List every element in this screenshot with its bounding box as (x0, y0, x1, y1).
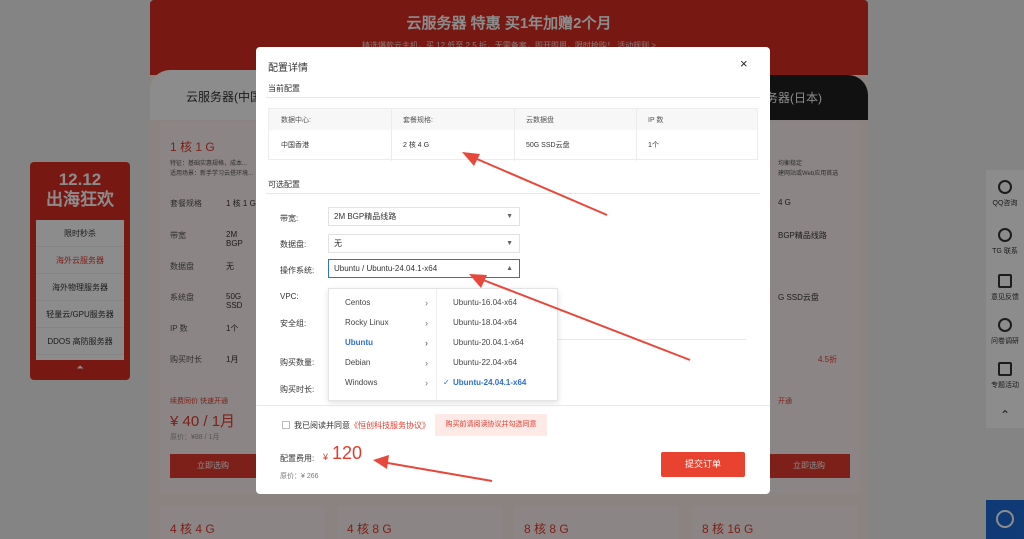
caret-down-icon: ▼ (506, 213, 513, 220)
fee-value: 120 (332, 443, 363, 463)
config-modal: 配置详情 × 当前配置 数据中心: 套餐规格: 云数据盘 IP 数 中国香港 2… (256, 47, 770, 494)
bandwidth-select[interactable]: 2M BGP精品线路 ▼ (328, 207, 520, 226)
os-version-item[interactable]: Ubuntu-20.04.1-x64 (437, 333, 557, 353)
table-header-cell: 套餐规格: (403, 117, 433, 124)
os-family-label: Rocky Linux (345, 318, 389, 327)
fee-label: 配置费用: (280, 454, 315, 463)
os-version-item[interactable]: Ubuntu-16.04-x64 (437, 293, 557, 313)
agreement-checkbox[interactable] (282, 421, 290, 429)
close-icon[interactable]: × (740, 56, 748, 71)
table-cell: 中国香港 (281, 142, 309, 149)
os-label: 操作系统: (280, 266, 315, 275)
os-dropdown: Centos › Rocky Linux › Ubuntu › Debian › Win… (328, 288, 558, 401)
os-version-item-selected[interactable]: ✓ Ubuntu-24.04.1-x64 (437, 373, 557, 393)
submit-order-button[interactable]: 提交订单 (661, 452, 745, 477)
agreement-link[interactable]: 《恒创科技服务协议》 (350, 421, 430, 430)
data-disk-value: 无 (334, 239, 342, 248)
table-cell: 1个 (648, 142, 659, 149)
divider (391, 109, 392, 161)
divider (266, 193, 760, 194)
bandwidth-label: 带宽: (280, 214, 299, 223)
optional-config-title: 可选配置 (268, 180, 300, 189)
os-family-item[interactable]: Ubuntu › (329, 333, 436, 353)
chevron-right-icon: › (425, 298, 428, 308)
os-family-item[interactable]: Debian › (329, 353, 436, 373)
agreement-tip: 购买前请阅读协议并勾选同意 (435, 414, 547, 436)
quantity-label: 购买数量: (280, 358, 315, 367)
data-disk-label: 数据盘: (280, 240, 307, 249)
agreement-prefix: 我已阅读并同意 (294, 421, 350, 430)
table-header-cell: IP 数 (648, 117, 664, 124)
current-config-title: 当前配置 (268, 84, 300, 93)
chevron-right-icon: › (425, 318, 428, 328)
chevron-right-icon: › (425, 338, 428, 348)
os-version-label: Ubuntu-24.04.1-x64 (453, 378, 527, 387)
data-disk-select[interactable]: 无 ▼ (328, 234, 520, 253)
os-family-item[interactable]: Windows › (329, 373, 436, 393)
modal-title: 配置详情 (268, 63, 308, 74)
divider (256, 405, 770, 406)
os-family-list: Centos › Rocky Linux › Ubuntu › Debian › Win… (329, 289, 437, 400)
bandwidth-value: 2M BGP精品线路 (334, 212, 397, 221)
caret-up-icon: ▲ (506, 265, 513, 272)
caret-down-icon: ▼ (506, 240, 513, 247)
security-group-label: 安全组: (280, 319, 307, 328)
table-header-cell: 数据中心: (281, 117, 311, 124)
divider (514, 109, 515, 161)
os-family-item[interactable]: Rocky Linux › (329, 313, 436, 333)
os-family-item[interactable]: Centos › (329, 293, 436, 313)
check-icon: ✓ (443, 378, 450, 387)
table-header (269, 109, 757, 130)
agreement-text: 我已阅读并同意《恒创科技服务协议》 (294, 420, 430, 431)
os-family-label: Ubuntu (345, 338, 373, 347)
divider (266, 97, 760, 98)
vpc-label: VPC: (280, 292, 299, 301)
duration-label: 购买时长: (280, 385, 315, 394)
table-cell: 2 核 4 G (403, 142, 430, 149)
os-family-label: Debian (345, 358, 371, 367)
os-version-list: Ubuntu-16.04-x64 Ubuntu-18.04-x64 Ubuntu… (437, 289, 557, 400)
divider (636, 109, 637, 161)
os-family-label: Centos (345, 298, 371, 307)
os-value: Ubuntu / Ubuntu-24.04.1-x64 (334, 264, 438, 273)
os-version-item[interactable]: Ubuntu-22.04-x64 (437, 353, 557, 373)
os-family-label: Windows (345, 378, 378, 387)
divider (556, 339, 746, 340)
chevron-right-icon: › (425, 358, 428, 368)
table-header-cell: 云数据盘 (526, 117, 554, 124)
chevron-right-icon: › (425, 378, 428, 388)
table-cell: 50G SSD云盘 (526, 142, 570, 149)
current-config-table: 数据中心: 套餐规格: 云数据盘 IP 数 中国香港 2 核 4 G 50G S… (268, 108, 758, 161)
fee-original-price: 原价：¥ 266 (280, 473, 319, 480)
fee-currency: ¥ (323, 452, 329, 462)
os-select[interactable]: Ubuntu / Ubuntu-24.04.1-x64 ▲ (328, 259, 520, 278)
os-version-item[interactable]: Ubuntu-18.04-x64 (437, 313, 557, 333)
